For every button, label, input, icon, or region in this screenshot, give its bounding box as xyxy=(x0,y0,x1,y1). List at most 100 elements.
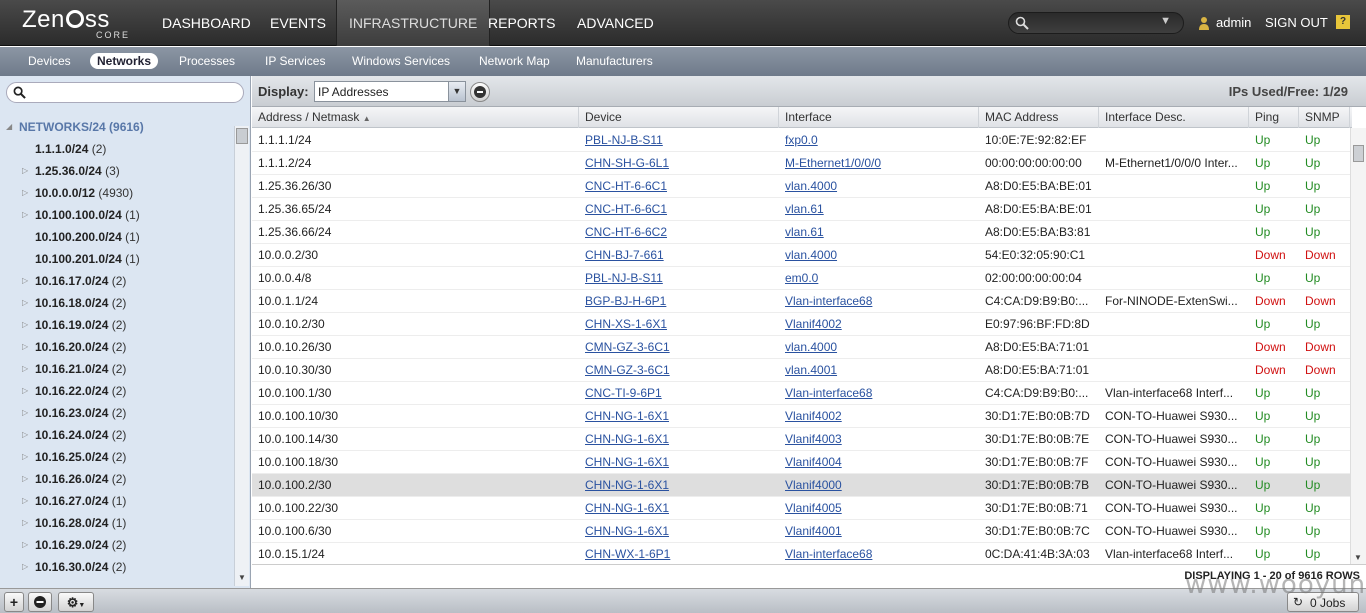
table-row[interactable]: 10.0.100.1/30 CNC-TI-9-6P1 Vlan-interface6… xyxy=(252,382,1350,405)
table-row[interactable]: 10.0.100.6/30 CHN-NG-1-6X1 Vlanif4001 30:D1… xyxy=(252,520,1350,543)
cell-interface-link[interactable]: Vlan-interface68 xyxy=(779,290,979,313)
cell-device-link[interactable]: CHN-NG-1-6X1 xyxy=(579,474,779,497)
column-header-address[interactable]: Address / Netmask ▲ xyxy=(252,107,579,128)
nav-infrastructure[interactable]: INFRASTRUCTURE xyxy=(336,0,491,46)
table-row[interactable]: 10.0.1.1/24 BGP-BJ-H-6P1 Vlan-interface68 C… xyxy=(252,290,1350,313)
cell-device-link[interactable]: BGP-BJ-H-6P1 xyxy=(579,290,779,313)
cell-interface-link[interactable]: vlan.4000 xyxy=(779,244,979,267)
expand-arrow-icon[interactable]: ▷ xyxy=(22,182,28,204)
table-row[interactable]: 1.25.36.66/24 CNC-HT-6-6C2 vlan.61 A8:D0:E5… xyxy=(252,221,1350,244)
column-header-device[interactable]: Device xyxy=(579,107,779,128)
column-header-snmp[interactable]: SNMP xyxy=(1299,107,1350,128)
cell-device-link[interactable]: CMN-GZ-3-6C1 xyxy=(579,359,779,382)
chevron-down-icon[interactable]: ▼ xyxy=(1160,15,1171,27)
cell-interface-link[interactable]: vlan.4000 xyxy=(779,336,979,359)
subnav-devices[interactable]: Devices xyxy=(28,53,71,69)
expand-arrow-icon[interactable]: ▷ xyxy=(22,292,28,314)
table-row[interactable]: 10.0.100.2/30 CHN-NG-1-6X1 Vlanif4000 30:D1… xyxy=(252,474,1350,497)
cell-interface-link[interactable]: Vlanif4004 xyxy=(779,451,979,474)
add-button[interactable]: + xyxy=(4,592,24,612)
subnav-windows-services[interactable]: Windows Services xyxy=(352,53,450,69)
cell-device-link[interactable]: CHN-SH-G-6L1 xyxy=(579,152,779,175)
expand-arrow-icon[interactable]: ▷ xyxy=(22,160,28,182)
cell-device-link[interactable]: CHN-NG-1-6X1 xyxy=(579,451,779,474)
table-row[interactable]: 10.0.0.2/30 CHN-BJ-7-661 vlan.4000 54:E0:32… xyxy=(252,244,1350,267)
subnav-network-map[interactable]: Network Map xyxy=(479,53,550,69)
expand-arrow-icon[interactable]: ▷ xyxy=(22,358,28,380)
table-row[interactable]: 10.0.100.22/30 CHN-NG-1-6X1 Vlanif4005 30:D… xyxy=(252,497,1350,520)
expand-arrow-icon[interactable]: ▷ xyxy=(22,402,28,424)
cell-device-link[interactable]: CHN-WX-1-6P1 xyxy=(579,543,779,564)
column-header-ping[interactable]: Ping xyxy=(1249,107,1299,128)
scrollbar-thumb[interactable] xyxy=(236,128,248,144)
table-row[interactable]: 1.1.1.2/24 CHN-SH-G-6L1 M-Ethernet1/0/0/0 0… xyxy=(252,152,1350,175)
display-select[interactable]: IP Addresses ▼ xyxy=(314,81,466,102)
cell-interface-link[interactable]: Vlanif4002 xyxy=(779,405,979,428)
table-row[interactable]: 10.0.100.18/30 CHN-NG-1-6X1 Vlanif4004 30:D… xyxy=(252,451,1350,474)
cell-interface-link[interactable]: Vlan-interface68 xyxy=(779,382,979,405)
cell-interface-link[interactable]: fxp0.0 xyxy=(779,129,979,152)
expand-arrow-icon[interactable]: ▷ xyxy=(22,336,28,358)
cell-interface-link[interactable]: vlan.61 xyxy=(779,198,979,221)
table-row[interactable]: 1.1.1.1/24 PBL-NJ-B-S11 fxp0.0 10:0E:7E:92:… xyxy=(252,129,1350,152)
subnav-manufacturers[interactable]: Manufacturers xyxy=(576,53,653,69)
cell-device-link[interactable]: CHN-NG-1-6X1 xyxy=(579,497,779,520)
zenoss-logo[interactable]: Zen ss CORE xyxy=(22,6,134,40)
column-header-interface[interactable]: Interface xyxy=(779,107,979,128)
table-row[interactable]: 1.25.36.26/30 CNC-HT-6-6C1 vlan.4000 A8:D0:… xyxy=(252,175,1350,198)
cell-device-link[interactable]: CHN-NG-1-6X1 xyxy=(579,405,779,428)
scroll-down-icon[interactable]: ▼ xyxy=(1354,553,1362,562)
scroll-down-icon[interactable]: ▼ xyxy=(238,573,246,582)
delete-button[interactable] xyxy=(28,592,52,612)
cell-device-link[interactable]: CNC-TI-9-6P1 xyxy=(579,382,779,405)
global-search-input[interactable]: ▼ xyxy=(1008,12,1184,34)
cell-device-link[interactable]: CNC-HT-6-6C1 xyxy=(579,198,779,221)
scrollbar-thumb[interactable] xyxy=(1353,145,1364,162)
nav-advanced[interactable]: ADVANCED xyxy=(565,0,666,46)
settings-menu-button[interactable]: ⚙▼ xyxy=(58,592,94,612)
subnav-ip-services[interactable]: IP Services xyxy=(265,53,325,69)
cell-device-link[interactable]: CHN-XS-1-6X1 xyxy=(579,313,779,336)
cell-interface-link[interactable]: vlan.61 xyxy=(779,221,979,244)
expand-arrow-icon[interactable]: ▷ xyxy=(22,556,28,578)
table-row[interactable]: 10.0.100.14/30 CHN-NG-1-6X1 Vlanif4003 30:D… xyxy=(252,428,1350,451)
table-row[interactable]: 1.25.36.65/24 CNC-HT-6-6C1 vlan.61 A8:D0:E5… xyxy=(252,198,1350,221)
nav-events[interactable]: EVENTS xyxy=(258,0,338,46)
expand-arrow-icon[interactable]: ▷ xyxy=(22,380,28,402)
table-row[interactable]: 10.0.100.10/30 CHN-NG-1-6X1 Vlanif4002 30:D… xyxy=(252,405,1350,428)
expand-arrow-icon[interactable]: ▷ xyxy=(22,204,28,226)
table-row[interactable]: 10.0.10.26/30 CMN-GZ-3-6C1 vlan.4000 A8:D0:… xyxy=(252,336,1350,359)
column-header-mac[interactable]: MAC Address xyxy=(979,107,1099,128)
collapse-arrow-icon[interactable]: ◢ xyxy=(6,116,12,138)
column-header-interface-desc[interactable]: Interface Desc. xyxy=(1099,107,1249,128)
nav-dashboard[interactable]: DASHBOARD xyxy=(150,0,263,46)
expand-arrow-icon[interactable]: ▷ xyxy=(22,314,28,336)
subnav-networks[interactable]: Networks xyxy=(90,53,159,69)
expand-arrow-icon[interactable]: ▷ xyxy=(22,468,28,490)
sign-out-link[interactable]: SIGN OUT xyxy=(1265,15,1328,30)
cell-interface-link[interactable]: Vlanif4002 xyxy=(779,313,979,336)
cell-interface-link[interactable]: Vlanif4001 xyxy=(779,520,979,543)
cell-device-link[interactable]: CMN-GZ-3-6C1 xyxy=(579,336,779,359)
tree-scrollbar[interactable]: ▼ xyxy=(234,126,249,586)
subnav-processes[interactable]: Processes xyxy=(179,53,235,69)
cell-interface-link[interactable]: em0.0 xyxy=(779,267,979,290)
help-icon[interactable]: ? xyxy=(1336,15,1350,29)
cell-device-link[interactable]: PBL-NJ-B-S11 xyxy=(579,129,779,152)
cell-device-link[interactable]: CHN-NG-1-6X1 xyxy=(579,520,779,543)
nav-reports[interactable]: REPORTS xyxy=(476,0,567,46)
cell-device-link[interactable]: CHN-BJ-7-661 xyxy=(579,244,779,267)
table-row[interactable]: 10.0.10.2/30 CHN-XS-1-6X1 Vlanif4002 E0:97:… xyxy=(252,313,1350,336)
cell-interface-link[interactable]: Vlan-interface68 xyxy=(779,543,979,564)
cell-device-link[interactable]: PBL-NJ-B-S11 xyxy=(579,267,779,290)
cell-interface-link[interactable]: Vlanif4003 xyxy=(779,428,979,451)
expand-arrow-icon[interactable]: ▷ xyxy=(22,534,28,556)
cell-device-link[interactable]: CNC-HT-6-6C1 xyxy=(579,175,779,198)
chevron-down-icon[interactable]: ▼ xyxy=(448,82,465,101)
expand-arrow-icon[interactable]: ▷ xyxy=(22,270,28,292)
table-row[interactable]: 10.0.10.30/30 CMN-GZ-3-6C1 vlan.4001 A8:D0:… xyxy=(252,359,1350,382)
cell-device-link[interactable]: CHN-NG-1-6X1 xyxy=(579,428,779,451)
cell-interface-link[interactable]: M-Ethernet1/0/0/0 xyxy=(779,152,979,175)
expand-arrow-icon[interactable]: ▷ xyxy=(22,512,28,534)
expand-arrow-icon[interactable]: ▷ xyxy=(22,446,28,468)
